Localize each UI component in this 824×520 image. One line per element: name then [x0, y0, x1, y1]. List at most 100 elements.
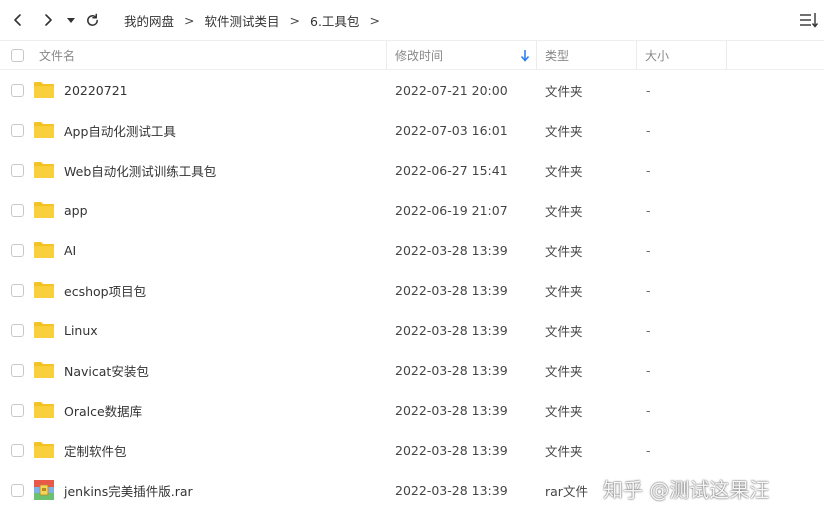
file-modified: 2022-03-28 13:39 [395, 242, 508, 258]
file-size: - [646, 402, 651, 418]
row-checkbox[interactable] [11, 444, 24, 457]
sort-toggle-button[interactable] [798, 9, 820, 31]
file-name[interactable]: app [64, 190, 88, 230]
column-divider[interactable] [386, 41, 387, 70]
file-name[interactable]: jenkins完美插件版.rar [64, 470, 193, 510]
forward-button[interactable] [36, 8, 60, 32]
file-type: 文件夹 [545, 243, 583, 259]
file-type: 文件夹 [545, 323, 583, 339]
folder-icon [34, 402, 54, 418]
breadcrumb-separator: > [184, 12, 195, 28]
row-checkbox[interactable] [11, 204, 24, 217]
file-modified: 2022-06-27 15:41 [395, 162, 508, 178]
file-size: - [646, 442, 651, 458]
file-type: 文件夹 [545, 123, 583, 139]
file-name[interactable]: 20220721 [64, 70, 128, 110]
folder-icon [34, 242, 54, 258]
refresh-button[interactable] [80, 8, 104, 32]
sort-list-icon [800, 13, 819, 28]
file-type: 文件夹 [545, 283, 583, 299]
breadcrumb-item[interactable]: 我的网盘 [124, 11, 174, 30]
file-type: rar文件 [545, 483, 588, 499]
file-row[interactable]: Navicat安装包 2022-03-28 13:39 文件夹 - [0, 350, 824, 390]
file-row[interactable]: 定制软件包 2022-03-28 13:39 文件夹 - [0, 430, 824, 470]
row-checkbox[interactable] [11, 84, 24, 97]
file-modified: 2022-06-19 21:07 [395, 202, 508, 218]
file-size: - [646, 82, 651, 98]
history-dropdown-button[interactable] [62, 8, 80, 32]
breadcrumb-item[interactable]: 软件测试类目 [205, 11, 280, 30]
refresh-icon [86, 13, 98, 26]
column-header-name[interactable]: 文件名 [39, 41, 75, 70]
row-checkbox[interactable] [11, 164, 24, 177]
file-size: - [646, 322, 651, 338]
file-name[interactable]: Navicat安装包 [64, 350, 149, 390]
file-row[interactable]: Oralce数据库 2022-03-28 13:39 文件夹 - [0, 390, 824, 430]
folder-icon [34, 202, 54, 218]
chevron-left-icon [14, 14, 21, 26]
file-modified: 2022-03-28 13:39 [395, 442, 508, 458]
file-modified: 2022-03-28 13:39 [395, 282, 508, 298]
row-checkbox[interactable] [11, 284, 24, 297]
row-checkbox[interactable] [11, 404, 24, 417]
file-type: 文件夹 [545, 83, 583, 99]
column-divider[interactable] [536, 41, 537, 70]
select-all-checkbox[interactable] [11, 49, 24, 62]
file-type: 文件夹 [545, 163, 583, 179]
arrow-down-icon [520, 49, 532, 63]
file-type: 文件夹 [545, 363, 583, 379]
breadcrumb-item-current[interactable]: 6.工具包 [310, 11, 359, 30]
file-row[interactable]: 20220721 2022-07-21 20:00 文件夹 - [0, 70, 824, 110]
file-size: - [646, 202, 651, 218]
file-size: - [646, 122, 651, 138]
watermark: 知乎 @测试这果汪 [603, 478, 770, 502]
file-list-header: 文件名 修改时间 类型 大小 [0, 40, 824, 70]
file-name[interactable]: Oralce数据库 [64, 390, 142, 430]
file-type: 文件夹 [545, 443, 583, 459]
file-name[interactable]: Web自动化测试训练工具包 [64, 150, 216, 190]
file-size: - [646, 242, 651, 258]
file-modified: 2022-03-28 13:39 [395, 402, 508, 418]
file-name[interactable]: Linux [64, 310, 98, 350]
file-row[interactable]: Web自动化测试训练工具包 2022-06-27 15:41 文件夹 - [0, 150, 824, 190]
breadcrumb-separator: > [369, 12, 380, 28]
file-row[interactable]: AI 2022-03-28 13:39 文件夹 - [0, 230, 824, 270]
file-name[interactable]: AI [64, 230, 76, 270]
row-checkbox[interactable] [11, 364, 24, 377]
chevron-right-icon [45, 14, 52, 26]
column-header-modified[interactable]: 修改时间 [395, 41, 443, 70]
file-type: 文件夹 [545, 403, 583, 419]
file-modified: 2022-03-28 13:39 [395, 482, 508, 498]
file-modified: 2022-03-28 13:39 [395, 362, 508, 378]
file-name[interactable]: ecshop项目包 [64, 270, 146, 310]
file-size: - [646, 282, 651, 298]
folder-icon [34, 162, 54, 178]
folder-icon [34, 82, 54, 98]
row-checkbox[interactable] [11, 484, 24, 497]
row-checkbox[interactable] [11, 124, 24, 137]
column-header-size[interactable]: 大小 [645, 41, 669, 70]
column-divider[interactable] [636, 41, 637, 70]
file-name[interactable]: App自动化测试工具 [64, 110, 176, 150]
file-row[interactable]: Linux 2022-03-28 13:39 文件夹 - [0, 310, 824, 350]
folder-icon [34, 282, 54, 298]
file-size: - [646, 162, 651, 178]
caret-down-icon [67, 18, 75, 23]
folder-icon [34, 362, 54, 378]
file-row[interactable]: app 2022-06-19 21:07 文件夹 - [0, 190, 824, 230]
rar-archive-icon [34, 480, 54, 500]
file-size: - [646, 362, 651, 378]
column-divider[interactable] [726, 41, 727, 70]
file-row[interactable]: App自动化测试工具 2022-07-03 16:01 文件夹 - [0, 110, 824, 150]
file-row[interactable]: ecshop项目包 2022-03-28 13:39 文件夹 - [0, 270, 824, 310]
folder-icon [34, 322, 54, 338]
file-modified: 2022-07-03 16:01 [395, 122, 508, 138]
toolbar: 我的网盘 > 软件测试类目 > 6.工具包 > [0, 0, 824, 40]
row-checkbox[interactable] [11, 324, 24, 337]
breadcrumb: 我的网盘 > 软件测试类目 > 6.工具包 > [124, 0, 390, 40]
folder-icon [34, 122, 54, 138]
file-name[interactable]: 定制软件包 [64, 430, 127, 470]
column-header-type[interactable]: 类型 [545, 41, 569, 70]
back-button[interactable] [6, 8, 30, 32]
row-checkbox[interactable] [11, 244, 24, 257]
